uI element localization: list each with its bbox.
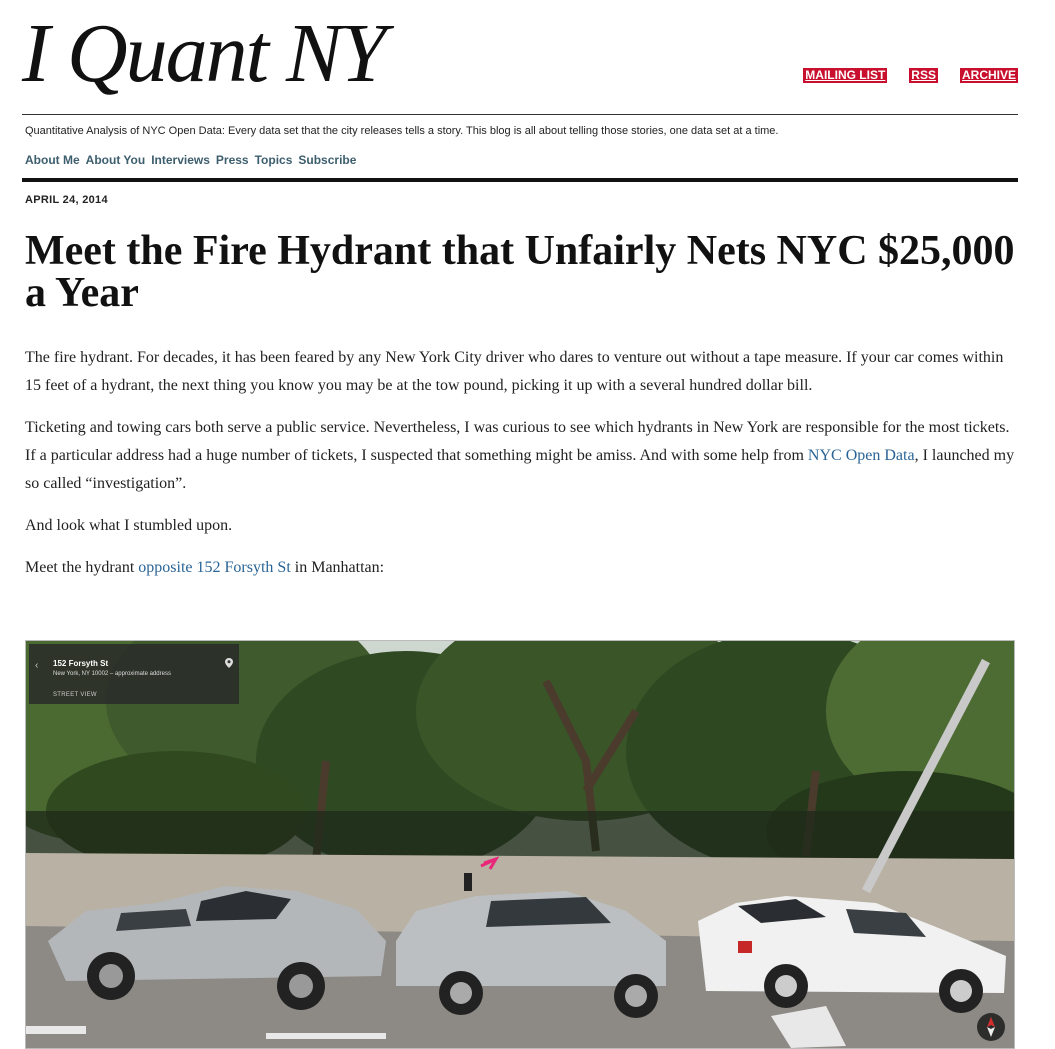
site-title[interactable]: I Quant NY	[22, 6, 387, 102]
street-view-label: STREET VIEW	[53, 692, 97, 698]
street-view-image[interactable]: ‹ 152 Forsyth St New York, NY 10002 – ap…	[25, 640, 1015, 1049]
mailing-list-link[interactable]: MAILING LIST	[803, 68, 888, 83]
street-view-name: 152 Forsyth St	[53, 659, 109, 668]
paragraph: And look what I stumbled upon.	[25, 517, 233, 534]
paragraph: Ticketing and towing cars both serve a p…	[25, 414, 1015, 498]
hydrant	[464, 873, 472, 891]
site-tagline: Quantitative Analysis of NYC Open Data: …	[25, 125, 779, 137]
archive-link[interactable]: ARCHIVE	[959, 68, 1018, 83]
street-view-info-card[interactable]: ‹ 152 Forsyth St New York, NY 10002 – ap…	[29, 644, 239, 704]
nav-interviews[interactable]: Interviews	[151, 153, 210, 167]
nav-divider	[22, 178, 1018, 182]
nav-press[interactable]: Press	[216, 153, 249, 167]
nav-subscribe[interactable]: Subscribe	[298, 153, 356, 167]
post-date: APRIL 24, 2014	[25, 194, 108, 206]
header-divider	[22, 114, 1018, 115]
post-body: The fire hydrant. For decades, it has be…	[25, 344, 1015, 596]
map-pin-icon[interactable]	[225, 658, 233, 668]
fence	[26, 811, 1014, 861]
paragraph-text: in Manhattan:	[290, 559, 385, 576]
rss-link[interactable]: RSS	[909, 68, 938, 83]
nav-about-me[interactable]: About Me	[25, 153, 80, 167]
post-title[interactable]: Meet the Fire Hydrant that Unfairly Nets…	[25, 230, 1015, 314]
site-nav: About Me About You Interviews Press Topi…	[25, 153, 356, 167]
nav-topics[interactable]: Topics	[255, 153, 293, 167]
top-links: MAILING LIST RSS ARCHIVE	[803, 68, 1018, 83]
forsyth-st-link[interactable]: opposite 152 Forsyth St	[138, 559, 290, 576]
nyc-open-data-link[interactable]: NYC Open Data	[808, 447, 915, 464]
masthead: I Quant NY MAILING LIST RSS ARCHIVE	[22, 6, 1018, 114]
paragraph: Meet the hydrant opposite 152 Forsyth St…	[25, 554, 1015, 582]
chevron-left-icon[interactable]: ‹	[35, 660, 38, 671]
street-view-address: New York, NY 10002 – approximate address	[53, 671, 171, 677]
paragraph-text: Meet the hydrant	[25, 559, 139, 576]
nav-about-you[interactable]: About You	[86, 153, 146, 167]
compass-icon[interactable]	[976, 1012, 1006, 1042]
paragraph: The fire hydrant. For decades, it has be…	[25, 349, 1004, 394]
